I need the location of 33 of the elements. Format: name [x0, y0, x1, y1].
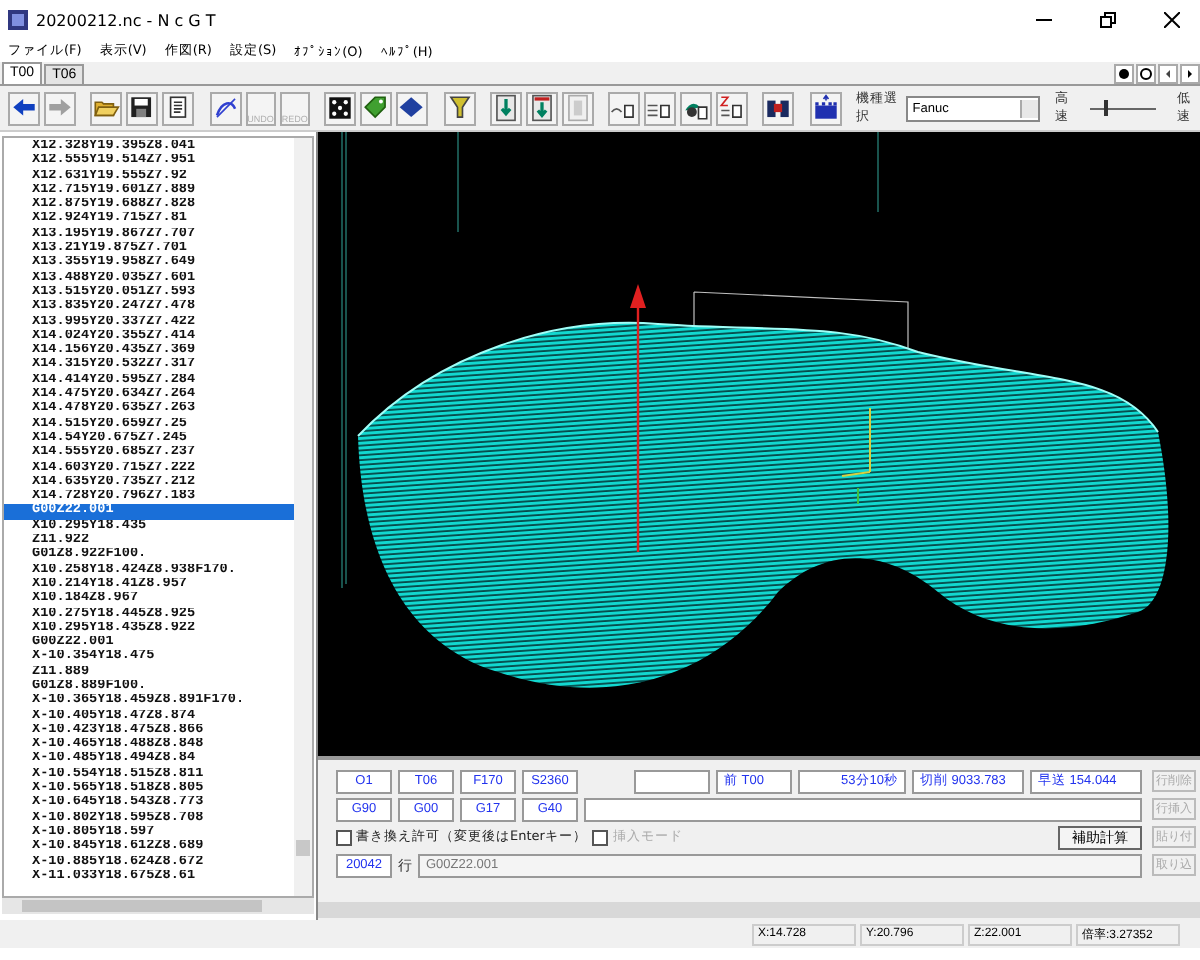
diamond-icon — [398, 94, 427, 122]
scrollbar[interactable] — [294, 138, 312, 896]
back-arrow-button[interactable] — [8, 91, 40, 125]
tool-down-bar-icon — [527, 94, 556, 122]
tag-icon — [362, 94, 391, 122]
speed-slider-thumb[interactable] — [1103, 99, 1108, 115]
save-button[interactable] — [126, 91, 159, 125]
app-icon — [8, 10, 28, 30]
filled-circle-icon[interactable] — [1114, 64, 1134, 84]
dice-button[interactable] — [324, 91, 357, 125]
tool-down-bar-button[interactable] — [525, 91, 558, 125]
castle-icon — [811, 94, 840, 122]
open-folder-button[interactable] — [90, 91, 123, 125]
document-button[interactable] — [162, 91, 195, 125]
tool-down-button[interactable] — [489, 91, 522, 125]
close-icon — [1164, 12, 1180, 28]
tool-blank-icon — [563, 94, 592, 122]
tool-down-icon — [491, 94, 520, 122]
input-field[interactable] — [634, 769, 710, 793]
scrollbar[interactable] — [318, 902, 1200, 918]
diamond-button[interactable] — [396, 91, 429, 125]
restore-icon — [1100, 12, 1116, 28]
tag-button[interactable] — [360, 91, 393, 125]
window-title: 20200212.nc - N c G T — [36, 11, 218, 29]
curve-pen-button[interactable] — [209, 91, 242, 125]
binoculars-button[interactable] — [762, 91, 795, 125]
curve-pen-icon — [211, 94, 240, 122]
circle-icon[interactable] — [1136, 64, 1156, 84]
dice-icon — [326, 94, 355, 122]
save-icon — [128, 94, 157, 122]
scrollbar[interactable] — [2, 898, 314, 914]
input-field[interactable] — [584, 797, 1142, 821]
castle-button[interactable] — [809, 91, 842, 125]
